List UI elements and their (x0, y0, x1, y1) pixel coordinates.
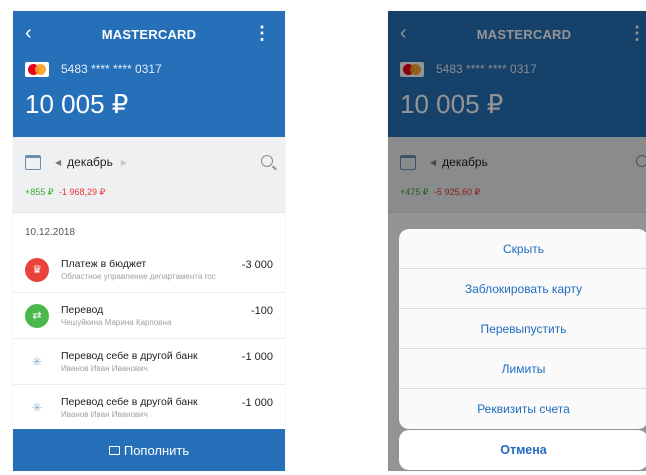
income-total: +855 ₽ (25, 187, 54, 197)
transaction-row[interactable]: ✳ Перевод себе в другой банк Иванов Иван… (13, 339, 285, 385)
loading-spinner-icon: ✳ (31, 399, 43, 415)
card-screen: ‹ MASTERCARD ⋮ 5483 **** **** 0317 10 00… (13, 11, 285, 471)
cancel-button[interactable]: Отмена (399, 430, 646, 470)
limits-option[interactable]: Лимиты (399, 349, 646, 389)
transaction-row[interactable]: ⇄ Перевод Чешуйкина Марина Карповна -100 (13, 293, 285, 339)
search-icon[interactable] (261, 155, 273, 167)
crown-icon: ♛ (25, 257, 49, 282)
month-label[interactable]: декабрь (67, 155, 113, 169)
more-vertical-icon[interactable]: ⋮ (253, 24, 271, 42)
transaction-amount: -100 (250, 305, 273, 317)
card-number: 5483 **** **** 0317 (61, 62, 162, 76)
card-balance: 10 005 ₽ (25, 89, 129, 119)
card-header: ‹ MASTERCARD ⋮ 5483 **** **** 0317 10 00… (13, 11, 285, 137)
loading-spinner-icon: ✳ (31, 353, 43, 369)
card-info: 5483 **** **** 0317 (13, 57, 285, 81)
transaction-subtitle: Областное управление департамента гос (61, 272, 216, 281)
topup-label: Пополнить (123, 442, 190, 458)
chevron-left-icon[interactable]: ‹ (25, 23, 32, 43)
transaction-subtitle: Иванов Иван Иванович (61, 410, 148, 419)
expense-total: -1 968,29 ₽ (59, 187, 106, 197)
card-screen-with-menu: ‹ MASTERCARD ⋮ 5483 **** **** 0317 10 00… (388, 11, 646, 471)
filter-panel: ◀ декабрь ▶ +855 ₽ -1 968,29 ₽ (13, 137, 285, 213)
prev-month-icon[interactable]: ◀ (55, 158, 61, 167)
transaction-amount: -1 000 (241, 397, 273, 409)
account-details-option[interactable]: Реквизиты счета (399, 389, 646, 429)
month-totals: +855 ₽ -1 968,29 ₽ (13, 187, 285, 198)
date-header: 10.12.2018 (25, 227, 76, 238)
transaction-text: Перевод Чешуйкина Марина Карповна (61, 304, 273, 327)
transaction-amount: -3 000 (241, 259, 273, 271)
transfer-icon: ⇄ (25, 303, 49, 328)
transaction-title: Перевод (61, 304, 104, 316)
month-selector: ◀ декабрь ▶ (13, 137, 285, 187)
card-icon (108, 445, 120, 455)
block-card-option[interactable]: Заблокировать карту (399, 269, 646, 309)
nav-bar: ‹ MASTERCARD ⋮ (13, 11, 285, 57)
nav-title: MASTERCARD (101, 26, 197, 42)
hide-card-option[interactable]: Скрыть (399, 229, 646, 269)
page: ‹ MASTERCARD ⋮ 5483 **** **** 0317 10 00… (0, 0, 646, 475)
topup-button[interactable]: Пополнить (13, 429, 285, 471)
transaction-row[interactable]: ✳ Перевод себе в другой банк Иванов Иван… (13, 385, 285, 431)
reissue-card-option[interactable]: Перевыпустить (399, 309, 646, 349)
mastercard-logo-icon (25, 61, 49, 77)
transaction-subtitle: Иванов Иван Иванович (61, 364, 148, 373)
calendar-icon[interactable] (25, 154, 41, 170)
transaction-amount: -1 000 (241, 351, 273, 363)
next-month-icon[interactable]: ▶ (121, 158, 127, 167)
action-sheet: Скрыть Заблокировать карту Перевыпустить… (399, 229, 646, 429)
transaction-subtitle: Чешуйкина Марина Карповна (61, 318, 172, 327)
transaction-row[interactable]: ♛ Платеж в бюджет Областное управление д… (13, 247, 285, 293)
